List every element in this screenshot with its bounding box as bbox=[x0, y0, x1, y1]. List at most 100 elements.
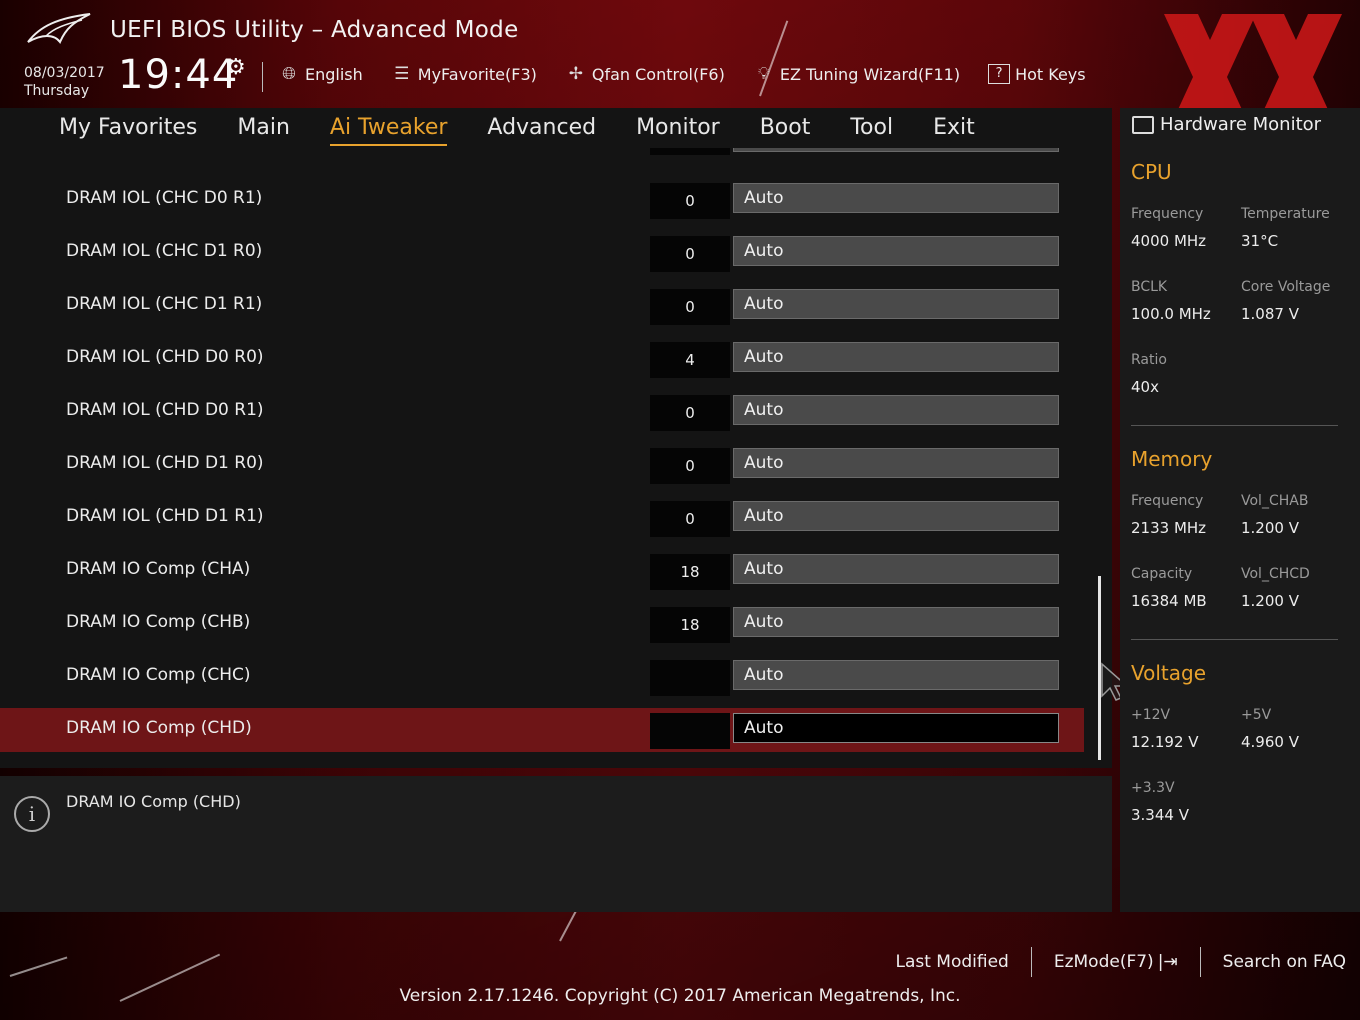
search-faq-button[interactable]: Search on FAQ bbox=[1201, 952, 1346, 972]
setting-label: DRAM IOL (CHD D0 R0) bbox=[66, 347, 264, 367]
hot-keys-label: Hot Keys bbox=[1015, 64, 1086, 84]
setting-label: DRAM IOL (CHC D1 R0) bbox=[66, 241, 263, 261]
tab-boot[interactable]: Boot bbox=[760, 115, 811, 142]
partial-value-box bbox=[650, 148, 730, 155]
setting-current-value: 0 bbox=[650, 289, 730, 325]
v5-value: 4.960 V bbox=[1241, 733, 1299, 751]
setting-row[interactable]: DRAM IOL (CHD D0 R0) 4 Auto bbox=[0, 337, 1084, 381]
setting-current-value: 4 bbox=[650, 342, 730, 378]
help-panel: i DRAM IO Comp (CHD) bbox=[0, 776, 1112, 912]
setting-label: DRAM IOL (CHD D1 R0) bbox=[66, 453, 264, 473]
tab-exit[interactable]: Exit bbox=[933, 115, 975, 142]
setting-row[interactable]: DRAM IOL (CHD D1 R1) 0 Auto bbox=[0, 496, 1084, 540]
ez-tuning-label: EZ Tuning Wizard(F11) bbox=[779, 64, 961, 84]
qfan-label: Qfan Control(F6) bbox=[591, 64, 725, 84]
qfan-control-button[interactable]: ✢ Qfan Control(F6) bbox=[565, 64, 725, 84]
ezmode-button[interactable]: EzMode(F7) |⇥ bbox=[1032, 952, 1200, 972]
myfavorite-label: MyFavorite(F3) bbox=[417, 64, 537, 84]
hardware-monitor-title: Hardware Monitor bbox=[1132, 114, 1321, 135]
setting-dropdown[interactable]: Auto bbox=[733, 183, 1059, 213]
setting-row[interactable]: DRAM IO Comp (CHC) Auto bbox=[0, 655, 1084, 699]
date-display: 08/03/2017 Thursday bbox=[24, 64, 105, 100]
clock: 19:44 bbox=[118, 52, 239, 98]
setting-current-value: 0 bbox=[650, 395, 730, 431]
setting-current-value: 0 bbox=[650, 236, 730, 272]
setting-dropdown[interactable]: Auto bbox=[733, 236, 1059, 266]
divider bbox=[262, 62, 263, 92]
vol-chcd-value: 1.200 V bbox=[1241, 592, 1299, 610]
setting-label: DRAM IOL (CHD D0 R1) bbox=[66, 400, 264, 420]
tab-ai-tweaker[interactable]: Ai Tweaker bbox=[329, 115, 447, 146]
setting-dropdown[interactable]: Auto bbox=[733, 501, 1059, 531]
setting-current-value: 18 bbox=[650, 554, 730, 590]
setting-row[interactable]: DRAM IO Comp (CHB) 18 Auto bbox=[0, 602, 1084, 646]
setting-row[interactable]: DRAM IOL (CHC D0 R1) 0 Auto bbox=[0, 178, 1084, 222]
setting-dropdown[interactable]: Auto bbox=[733, 395, 1059, 425]
setting-label: DRAM IOL (CHC D0 R1) bbox=[66, 188, 263, 208]
setting-dropdown[interactable]: Auto bbox=[733, 448, 1059, 478]
setting-current-value: 18 bbox=[650, 607, 730, 643]
setting-label: DRAM IO Comp (CHB) bbox=[66, 612, 251, 632]
monitor-icon bbox=[1132, 115, 1154, 134]
core-voltage-value: 1.087 V bbox=[1241, 305, 1299, 323]
setting-row[interactable]: DRAM IOL (CHD D0 R1) 0 Auto bbox=[0, 390, 1084, 434]
tab-monitor[interactable]: Monitor bbox=[636, 115, 720, 142]
setting-dropdown[interactable]: Auto bbox=[733, 554, 1059, 584]
tab-my-favorites[interactable]: My Favorites bbox=[59, 115, 197, 142]
vol-chab-value: 1.200 V bbox=[1241, 519, 1299, 537]
ratio-value: 40x bbox=[1131, 378, 1159, 396]
version-text: Version 2.17.1246. Copyright (C) 2017 Am… bbox=[399, 986, 961, 1006]
memory-heading: Memory bbox=[1131, 447, 1213, 471]
memory-frequency-value: 2133 MHz bbox=[1131, 519, 1207, 537]
setting-row[interactable]: DRAM IOL (CHD D1 R0) 0 Auto bbox=[0, 443, 1084, 487]
day: Thursday bbox=[24, 83, 90, 99]
myfavorite-button[interactable]: ☰ MyFavorite(F3) bbox=[391, 64, 537, 84]
setting-dropdown[interactable]: Auto bbox=[733, 342, 1059, 372]
divider bbox=[1131, 425, 1338, 426]
gear-icon[interactable]: ⚙ bbox=[226, 55, 246, 80]
main-nav: My Favorites Main Ai Tweaker Advanced Mo… bbox=[0, 108, 1112, 148]
setting-row[interactable]: DRAM IO Comp (CHA) 18 Auto bbox=[0, 549, 1084, 593]
setting-current-value bbox=[650, 713, 730, 749]
setting-current-value: 0 bbox=[650, 183, 730, 219]
hardware-monitor-panel: Hardware Monitor CPU Frequency Temperatu… bbox=[1120, 108, 1360, 912]
memory-frequency-label: Frequency bbox=[1131, 493, 1204, 509]
ez-tuning-wizard-button[interactable]: 💡︎ EZ Tuning Wizard(F11) bbox=[753, 64, 960, 84]
cpu-frequency-label: Frequency bbox=[1131, 206, 1204, 222]
setting-dropdown[interactable]: Auto bbox=[733, 289, 1059, 319]
header: UEFI BIOS Utility – Advanced Mode 08/03/… bbox=[0, 0, 1360, 140]
setting-label: DRAM IO Comp (CHD) bbox=[66, 718, 252, 738]
toolbar: 🌐︎ English ☰ MyFavorite(F3) ✢ Qfan Contr… bbox=[278, 60, 1086, 88]
setting-row[interactable]: DRAM IOL (CHC D1 R1) 0 Auto bbox=[0, 284, 1084, 328]
footer: Last Modified EzMode(F7) |⇥ Search on FA… bbox=[0, 912, 1360, 1020]
info-icon: i bbox=[14, 796, 50, 832]
tab-advanced[interactable]: Advanced bbox=[487, 115, 596, 142]
partial-select-box bbox=[733, 148, 1059, 152]
setting-label: DRAM IO Comp (CHC) bbox=[66, 665, 251, 685]
setting-row[interactable]: DRAM IOL (CHC D1 R0) 0 Auto bbox=[0, 231, 1084, 275]
tab-tool[interactable]: Tool bbox=[850, 115, 893, 142]
vol-chcd-label: Vol_CHCD bbox=[1241, 566, 1310, 582]
help-text: DRAM IO Comp (CHD) bbox=[66, 792, 241, 811]
setting-dropdown[interactable]: Auto bbox=[733, 660, 1059, 690]
bclk-value: 100.0 MHz bbox=[1131, 305, 1211, 323]
language-label: English bbox=[305, 64, 363, 84]
setting-row-selected[interactable]: DRAM IO Comp (CHD) Auto bbox=[0, 708, 1084, 752]
setting-current-value: 0 bbox=[650, 448, 730, 484]
v12-label: +12V bbox=[1131, 707, 1171, 723]
hot-keys-button[interactable]: ? Hot Keys bbox=[988, 64, 1086, 84]
date: 08/03/2017 bbox=[24, 65, 105, 81]
setting-dropdown[interactable]: Auto bbox=[733, 713, 1059, 743]
favorite-list-icon: ☰ bbox=[394, 64, 410, 84]
voltage-heading: Voltage bbox=[1131, 661, 1207, 685]
v33-value: 3.344 V bbox=[1131, 806, 1189, 824]
language-button[interactable]: 🌐︎ English bbox=[278, 64, 363, 84]
divider bbox=[1131, 639, 1338, 640]
bclk-label: BCLK bbox=[1131, 279, 1168, 295]
settings-panel: DRAM IOL (CHC D0 R1) 0 Auto DRAM IOL (CH… bbox=[0, 148, 1112, 768]
setting-current-value: 0 bbox=[650, 501, 730, 537]
app-title: UEFI BIOS Utility – Advanced Mode bbox=[110, 17, 519, 43]
setting-dropdown[interactable]: Auto bbox=[733, 607, 1059, 637]
tab-main[interactable]: Main bbox=[237, 115, 290, 142]
last-modified-button[interactable]: Last Modified bbox=[873, 952, 1030, 972]
